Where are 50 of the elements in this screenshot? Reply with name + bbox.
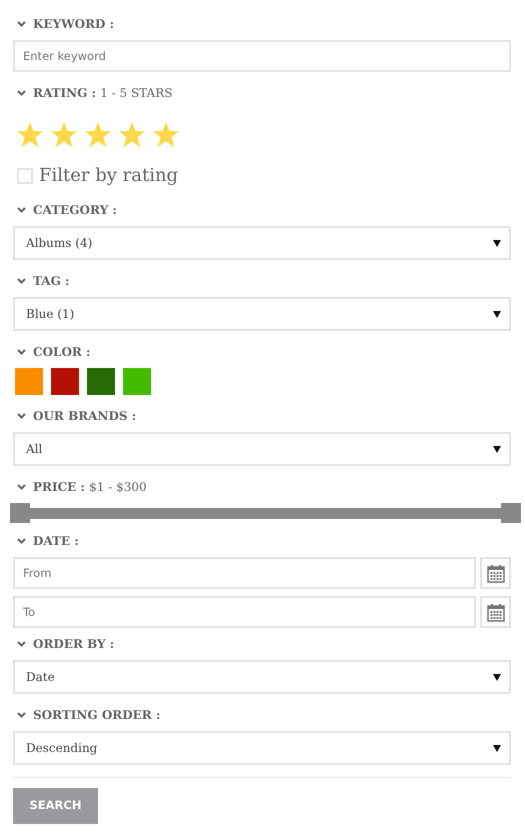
- chevron-icon[interactable]: [17, 21, 26, 27]
- chevron-icon[interactable]: [17, 90, 26, 96]
- section-heading: SORTING ORDER :: [33, 707, 160, 724]
- caret-icon: [493, 674, 501, 680]
- date-field[interactable]: From: [13, 557, 476, 589]
- chevron-icon[interactable]: [17, 538, 26, 544]
- caret-icon: [493, 446, 501, 452]
- chevron-icon[interactable]: [17, 484, 26, 490]
- chevron-icon[interactable]: [17, 641, 26, 647]
- chevron-icon[interactable]: [17, 349, 26, 355]
- star-icon: [84, 121, 112, 148]
- calendar-icon: [486, 602, 504, 622]
- keyword-field[interactable]: Enter keyword: [13, 40, 511, 72]
- caret-icon: [493, 310, 501, 318]
- caret-icon: [493, 744, 501, 752]
- dropdown[interactable]: Blue (1): [13, 297, 511, 331]
- star-icon: [118, 121, 146, 148]
- section-heading: TAG :: [33, 273, 70, 290]
- section-heading: COLOR :: [33, 344, 90, 361]
- chevron-icon[interactable]: [17, 712, 26, 718]
- slider-handle[interactable]: [10, 503, 30, 523]
- checkbox[interactable]: [17, 168, 33, 184]
- section-heading: CATEGORY :: [33, 202, 117, 219]
- dropdown[interactable]: Descending: [13, 731, 511, 765]
- section-heading: PRICE : $1 - $300: [33, 479, 147, 496]
- date-field[interactable]: To: [13, 596, 476, 628]
- chevron-icon[interactable]: [17, 278, 26, 284]
- caret-icon: [493, 240, 501, 246]
- color-swatch[interactable]: [87, 368, 115, 395]
- section-heading: OUR BRANDS :: [33, 408, 136, 425]
- section-heading: KEYWORD :: [33, 16, 114, 33]
- section-heading: DATE :: [33, 533, 79, 550]
- star-icon: [50, 121, 78, 148]
- dropdown[interactable]: All: [13, 432, 511, 466]
- slider-handle[interactable]: [501, 503, 521, 523]
- dropdown[interactable]: Date: [13, 660, 511, 694]
- calendar-button[interactable]: [480, 557, 511, 589]
- calendar-button[interactable]: [480, 596, 511, 628]
- calendar-icon: [486, 564, 504, 582]
- color-swatch[interactable]: [15, 368, 43, 395]
- star-icon: [16, 121, 44, 148]
- color-swatch[interactable]: [51, 368, 79, 395]
- color-swatch[interactable]: [123, 368, 151, 395]
- section-heading: ORDER BY :: [33, 636, 114, 653]
- checkbox-label: Filter by rating: [39, 164, 178, 188]
- dropdown[interactable]: Albums (4): [13, 226, 511, 260]
- chevron-icon[interactable]: [17, 207, 26, 213]
- section-heading: RATING : 1 - 5 STARS: [33, 85, 172, 102]
- star-icon: [152, 121, 180, 148]
- chevron-icon[interactable]: [17, 413, 26, 419]
